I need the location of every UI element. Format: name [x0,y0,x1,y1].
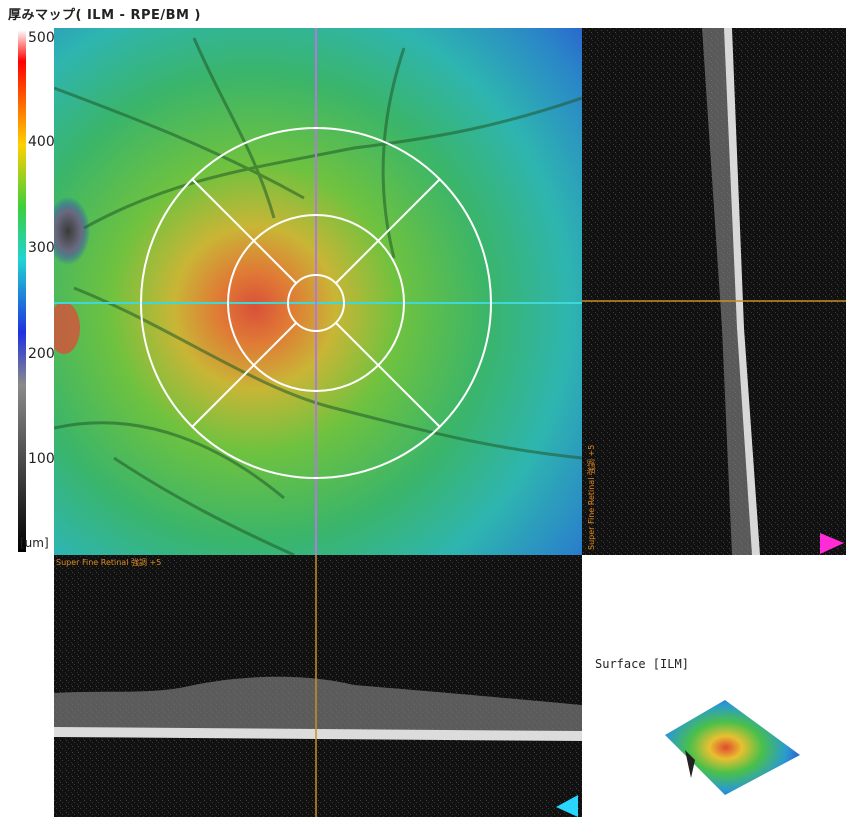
horizontal-bscan-label: Super Fine Retinal 強調 +5 [56,558,162,567]
thickness-map-image [46,28,583,557]
surface-label: Surface [ILM] [595,657,689,671]
scale-tick-300: 300 [28,240,55,256]
horizontal-bscan-image [54,555,582,817]
scale-tick-500: 500 [28,30,55,46]
vertical-bscan-panel[interactable] [582,28,846,555]
color-scale-bar: 500 400 300 200 100 [um] [18,30,55,552]
surface-3d-view[interactable] [655,690,805,800]
surface-3d-image [665,700,800,795]
horizontal-bscan-panel[interactable] [54,555,582,817]
thickness-map-title: 厚みマップ( ILM - RPE/BM ) [8,8,201,23]
thickness-map[interactable] [46,28,583,557]
vertical-bscan-image [582,28,846,555]
color-scale-gradient [18,30,26,552]
vertical-bscan-label: Super Fine Retinal 強調 +5 [587,444,596,550]
scale-unit: [um] [20,536,49,550]
scale-tick-200: 200 [28,346,55,362]
scale-tick-100: 100 [28,451,55,467]
scale-tick-400: 400 [28,134,55,150]
